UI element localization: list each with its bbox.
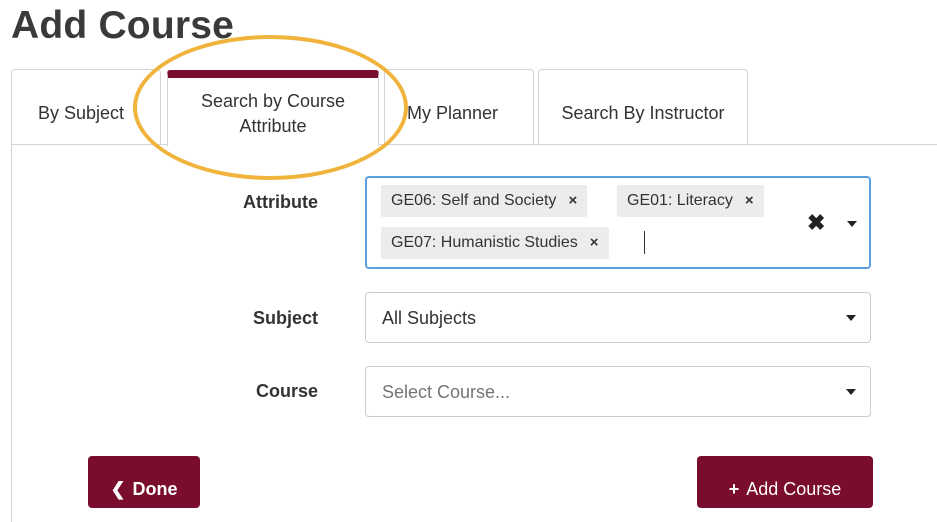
add-course-label: Add Course [746, 479, 842, 499]
attribute-label: Attribute [243, 192, 318, 212]
subject-select[interactable]: All Subjects [365, 292, 871, 343]
tab-my-planner[interactable]: My Planner [384, 69, 534, 144]
subject-value: All Subjects [382, 308, 477, 328]
tab-search-by-course-attribute[interactable]: Search by Course Attribute [167, 70, 379, 146]
tab-label: Search by Course Attribute [200, 91, 346, 136]
chevron-down-icon[interactable] [846, 389, 856, 395]
chevron-down-icon[interactable] [847, 221, 857, 227]
attribute-chip: GE06: Self and Society × [381, 185, 588, 217]
done-button[interactable]: ❮ Done [88, 456, 200, 508]
text-cursor [644, 231, 645, 254]
done-label: Done [132, 479, 178, 499]
remove-chip-icon[interactable]: × [590, 234, 599, 251]
chip-label: GE06: Self and Society [391, 192, 557, 209]
course-select[interactable]: Select Course... [365, 366, 871, 417]
subject-label: Subject [252, 308, 318, 328]
add-course-button[interactable]: + Add Course [697, 456, 873, 508]
panel-border [11, 144, 12, 522]
tab-label: By Subject [38, 103, 125, 123]
tab-search-by-instructor[interactable]: Search By Instructor [538, 69, 748, 144]
chevron-down-icon[interactable] [846, 315, 856, 321]
remove-chip-icon[interactable]: × [568, 192, 577, 209]
attribute-chip: GE07: Humanistic Studies × [381, 227, 609, 259]
attribute-multiselect[interactable]: GE06: Self and Society × GE01: Literacy × … [365, 176, 871, 269]
remove-chip-icon[interactable]: × [745, 192, 754, 209]
attribute-chip: GE01: Literacy × [617, 185, 764, 217]
chip-label: GE07: Humanistic Studies [391, 234, 578, 251]
tab-label: Search By Instructor [561, 103, 725, 123]
chevron-left-icon: ❮ [110, 479, 126, 499]
tab-by-subject[interactable]: By Subject [11, 69, 161, 144]
page-title: Add Course [11, 4, 235, 47]
course-placeholder: Select Course... [382, 382, 511, 402]
tab-label: My Planner [407, 103, 499, 123]
tab-divider [11, 144, 937, 145]
course-label: Course [255, 381, 318, 401]
add-course-page: Add Course By Subject My Planner Search … [0, 0, 937, 522]
chip-label: GE01: Literacy [627, 192, 733, 209]
plus-icon: + [728, 479, 740, 499]
clear-all-icon[interactable]: ✖ [807, 212, 825, 234]
